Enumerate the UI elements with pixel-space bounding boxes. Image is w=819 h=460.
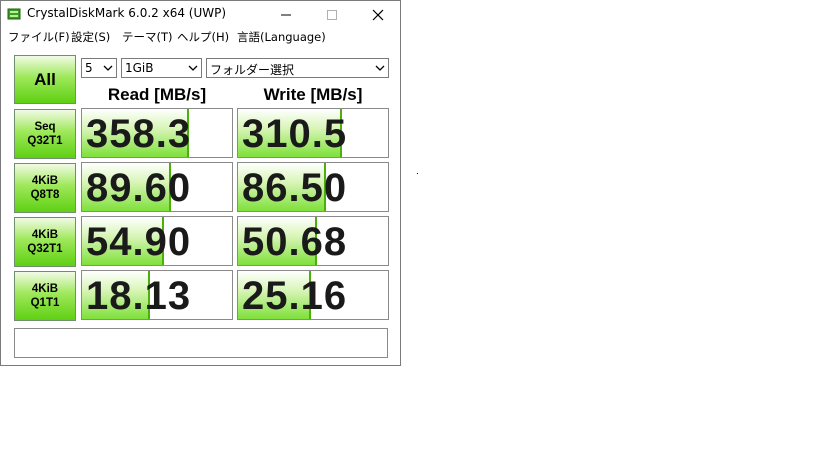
read-value: 54.90 [86,220,192,264]
write-result-cell: 310.5 [237,108,389,158]
read-result-cell: 89.60 [81,162,233,212]
minimize-icon [281,14,291,16]
app-icon [7,8,21,20]
size-select[interactable]: 1GiB [121,58,202,78]
test-button-4kib-q32t1[interactable]: 4KiB Q32T1 [14,217,76,267]
title-bar[interactable]: CrystalDiskMark 6.0.2 x64 (UWP) [1,1,400,27]
read-result-cell: 54.90 [81,216,233,266]
count-select[interactable]: 5 [81,58,117,78]
window-title: CrystalDiskMark 6.0.2 x64 (UWP) [27,6,227,20]
maximize-icon [327,10,337,20]
menu-language[interactable]: 言語(Language) [237,29,326,45]
write-value: 86.50 [242,166,348,210]
stray-pixel [417,173,418,174]
test-label-line1: 4KiB [31,283,59,295]
maximize-button[interactable] [309,1,355,27]
close-button[interactable] [355,1,401,27]
read-header: Read [MB/s] [107,85,207,104]
test-button-4kib-q1t1[interactable]: 4KiB Q1T1 [14,271,76,321]
test-label-line2: Q32T1 [27,243,63,255]
write-result-cell: 50.68 [237,216,389,266]
write-result-cell: 86.50 [237,162,389,212]
chevron-down-icon [188,65,198,71]
test-button-seq-q32t1[interactable]: Seq Q32T1 [14,109,76,159]
menu-bar: ファイル(F) 設定(S) テーマ(T) ヘルプ(H) 言語(Language) [1,27,400,47]
read-value: 89.60 [86,166,192,210]
menu-help[interactable]: ヘルプ(H) [177,29,229,45]
write-header: Write [MB/s] [263,85,363,104]
size-select-value: 1GiB [125,61,154,75]
test-label-line1: 4KiB [31,229,59,241]
menu-settings[interactable]: 設定(S) [71,29,110,45]
test-label-line1: 4KiB [31,175,59,187]
read-value: 358.3 [86,112,192,156]
count-select-value: 5 [85,61,93,75]
test-label-line2: Q32T1 [27,135,63,147]
read-result-cell: 358.3 [81,108,233,158]
test-label-line1: Seq [34,121,56,133]
app-window: CrystalDiskMark 6.0.2 x64 (UWP) ファイル(F) … [0,0,401,366]
close-icon [372,9,384,21]
all-button[interactable]: All [14,55,76,104]
folder-select-value: フォルダー選択 [210,63,295,77]
test-label-line2: Q8T8 [30,189,60,201]
read-result-cell: 18.13 [81,270,233,320]
test-button-4kib-q8t8[interactable]: 4KiB Q8T8 [14,163,76,213]
menu-theme[interactable]: テーマ(T) [122,29,173,45]
chevron-down-icon [375,65,385,71]
folder-select[interactable]: フォルダー選択 [206,58,389,78]
write-value: 310.5 [242,112,348,156]
minimize-button[interactable] [263,1,309,27]
write-value: 50.68 [242,220,348,264]
write-result-cell: 25.16 [237,270,389,320]
status-bar [14,328,388,358]
chevron-down-icon [103,65,113,71]
write-value: 25.16 [242,274,348,318]
read-value: 18.13 [86,274,192,318]
test-label-line2: Q1T1 [30,297,60,309]
menu-file[interactable]: ファイル(F) [8,29,70,45]
